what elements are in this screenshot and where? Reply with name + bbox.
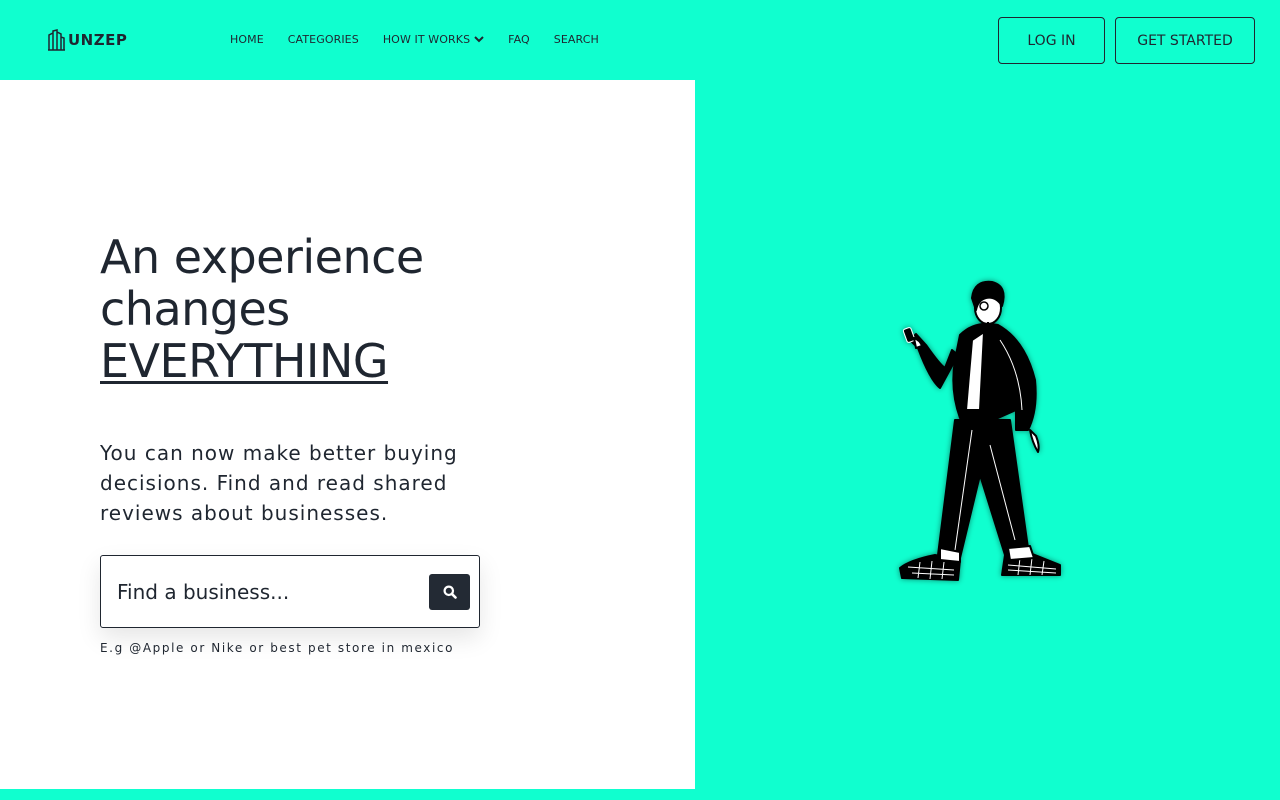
brand-logo[interactable]: UNZEP bbox=[48, 29, 127, 51]
site-header: UNZEP HOME CATEGORIES HOW IT WORKS FAQ S… bbox=[0, 0, 1280, 80]
chevron-down-icon bbox=[474, 36, 484, 43]
nav-faq[interactable]: FAQ bbox=[508, 33, 530, 46]
search-hint: E.g @Apple or Nike or best pet store in … bbox=[100, 641, 455, 655]
building-icon bbox=[48, 29, 65, 51]
get-started-button[interactable]: GET STARTED bbox=[1115, 17, 1255, 64]
landing-page: UNZEP HOME CATEGORIES HOW IT WORKS FAQ S… bbox=[0, 0, 1280, 800]
hero-panel: An experience changes EVERYTHING You can… bbox=[0, 80, 695, 789]
headline-line-2: changes bbox=[100, 282, 290, 336]
nav-home[interactable]: HOME bbox=[230, 33, 264, 46]
business-search bbox=[100, 555, 480, 628]
brand-name: UNZEP bbox=[68, 31, 128, 49]
hero-headline: An experience changes EVERYTHING bbox=[100, 231, 424, 387]
login-button[interactable]: LOG IN bbox=[998, 17, 1105, 64]
walking-man-illustration bbox=[899, 280, 1061, 581]
main-nav: HOME CATEGORIES HOW IT WORKS FAQ SEARCH bbox=[230, 33, 599, 46]
headline-emphasis: EVERYTHING bbox=[100, 334, 389, 388]
nav-how-it-works[interactable]: HOW IT WORKS bbox=[383, 33, 484, 46]
nav-how-it-works-label: HOW IT WORKS bbox=[382, 33, 471, 46]
headline-line-1: An experience bbox=[100, 230, 424, 284]
search-input[interactable] bbox=[117, 574, 417, 610]
nav-search[interactable]: SEARCH bbox=[554, 33, 599, 46]
nav-categories[interactable]: CATEGORIES bbox=[288, 33, 359, 46]
search-button[interactable] bbox=[429, 574, 470, 610]
search-icon bbox=[443, 585, 457, 599]
hero-subtext: You can now make better buying decisions… bbox=[100, 441, 458, 525]
